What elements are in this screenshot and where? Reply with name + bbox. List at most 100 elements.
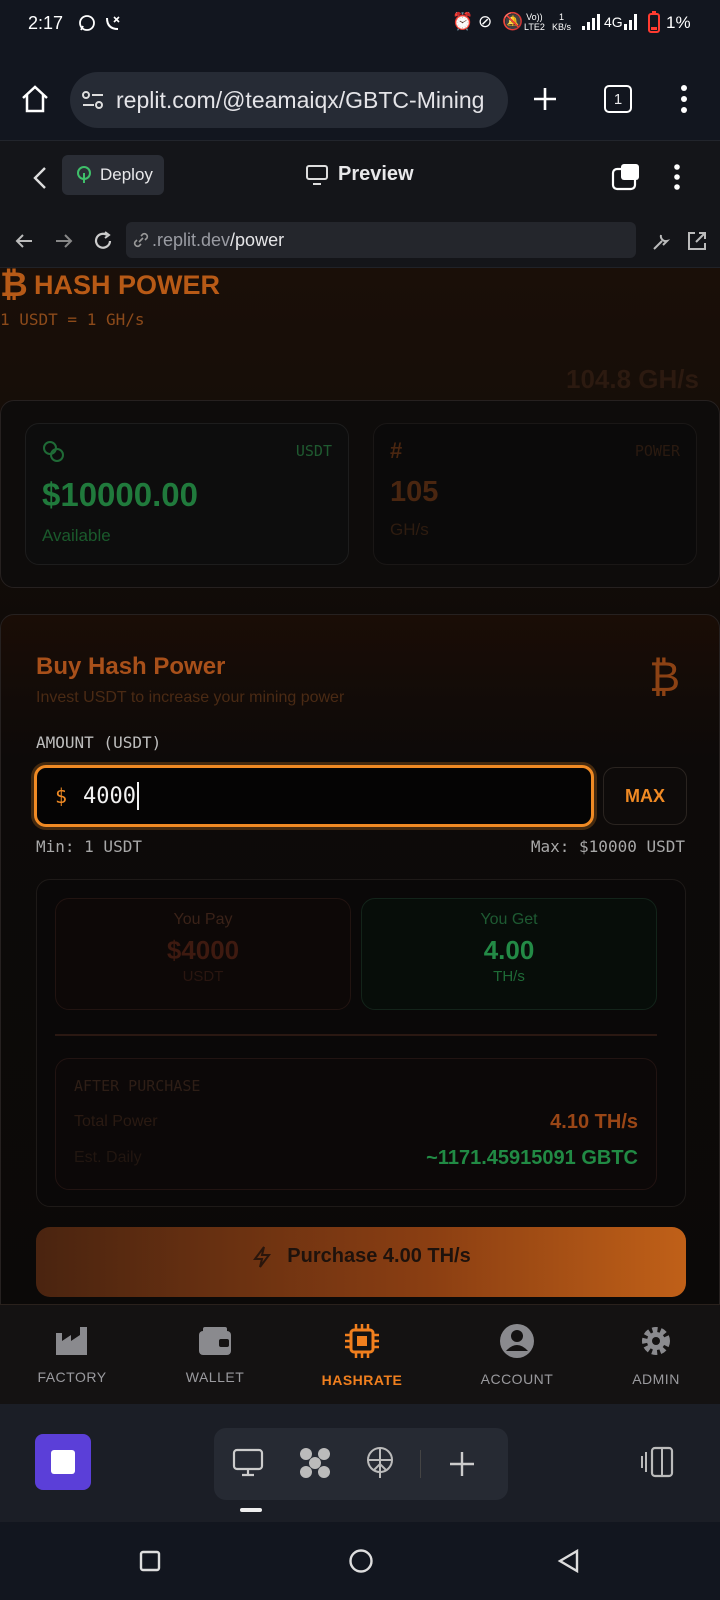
max-hint: Max: $10000 USDT — [530, 837, 685, 856]
whatsapp-icon — [79, 15, 95, 31]
battery-level: 1% — [666, 13, 691, 32]
power-unit: GH/s — [390, 520, 429, 539]
back-triangle-icon[interactable] — [557, 1549, 581, 1573]
bottom-navigation: FACTORY WALLET HASHRATE ACCOUNT ADMIN — [0, 1304, 720, 1404]
you-get-unit: TH/s — [493, 968, 525, 985]
you-get-value: 4.00 — [483, 935, 535, 965]
bitcoin-icon: ₿ — [649, 653, 681, 700]
address-text[interactable]: replit.com/@teamaiqx/GBTC-Mining — [116, 87, 484, 114]
power-tag: POWER — [634, 442, 680, 460]
overflow-menu-icon[interactable] — [680, 84, 688, 114]
currency-symbol: $ — [55, 784, 68, 808]
factory-icon — [56, 1327, 87, 1355]
open-external-icon[interactable] — [686, 230, 708, 252]
est-daily-value: ~1171.45915091 GBTC — [426, 1147, 638, 1169]
reload-icon[interactable] — [92, 230, 114, 252]
est-daily-label: Est. Daily — [74, 1149, 142, 1166]
nav-account[interactable]: ACCOUNT — [452, 1305, 582, 1405]
deploy-button[interactable]: Deploy — [62, 155, 164, 195]
recents-icon[interactable] — [139, 1550, 161, 1572]
tool-switcher — [214, 1428, 508, 1512]
stop-button[interactable] — [35, 1434, 91, 1490]
add-tool-icon[interactable] — [448, 1450, 476, 1478]
monitor-icon — [306, 164, 328, 185]
nav-back-icon[interactable] — [14, 231, 34, 251]
nav-forward-icon[interactable] — [54, 231, 74, 251]
total-power-label: Total Power — [74, 1113, 158, 1130]
stop-icon — [51, 1450, 75, 1474]
layout-toggle-icon[interactable] — [640, 1446, 676, 1478]
deploy-tool-icon[interactable] — [364, 1446, 396, 1480]
tab-switcher-button[interactable]: 1 — [604, 85, 632, 113]
browser-toolbar: replit.com/@teamaiqx/GBTC-Mining 1 — [0, 48, 720, 140]
you-get-box: You Get 4.00 TH/s — [361, 898, 657, 1010]
text-cursor — [137, 782, 140, 810]
url-path: /power — [230, 229, 285, 250]
site-settings-icon[interactable] — [82, 90, 104, 110]
pane-toggle-icon[interactable] — [611, 163, 641, 191]
volte-indicator: Vo)) LTE2 — [524, 12, 545, 32]
kbs-unit: KB/s — [552, 22, 572, 32]
usdt-tag: USDT — [295, 442, 332, 460]
sync-icon: ⊘ — [478, 12, 493, 31]
preview-tab[interactable]: Preview — [306, 163, 414, 186]
you-pay-label: You Pay — [173, 911, 233, 928]
total-power-value: 4.10 TH/s — [550, 1111, 638, 1133]
you-pay-box: You Pay $4000 USDT — [55, 898, 351, 1010]
nav-wallet[interactable]: WALLET — [150, 1305, 280, 1405]
usdt-balance: $10000.00 — [42, 476, 198, 513]
nav-hashrate-label: HASHRATE — [321, 1372, 403, 1388]
preview-tool-icon[interactable] — [232, 1448, 264, 1478]
agent-tool-icon[interactable] — [298, 1446, 332, 1480]
brand-title: HASH POWER — [34, 270, 221, 300]
back-chevron-icon[interactable] — [32, 165, 48, 191]
purchase-summary: You Pay $4000 USDT You Get 4.00 TH/s AFT… — [36, 879, 686, 1207]
conversion-rate: 1 USDT = 1 GH/s — [0, 310, 145, 329]
deploy-icon — [77, 166, 91, 183]
devtools-wrench-icon[interactable] — [650, 230, 672, 252]
kbs-value: 1 — [559, 12, 565, 22]
cpu-icon — [345, 1324, 379, 1358]
new-tab-icon[interactable] — [532, 86, 558, 112]
link-icon — [133, 232, 149, 248]
tools-divider — [420, 1450, 421, 1478]
power-card: # POWER 105 GH/s — [373, 423, 697, 565]
status-bar: 2:17 ⏰ ⊘ 🔕 Vo)) LTE2 1 KB/s 4G 1% — [0, 0, 720, 48]
buy-subtitle: Invest USDT to increase your mining powe… — [36, 689, 345, 706]
power-value: 105 — [390, 476, 439, 508]
you-pay-unit: USDT — [182, 968, 224, 985]
nav-hashrate[interactable]: HASHRATE — [297, 1305, 427, 1405]
home-icon[interactable] — [20, 84, 50, 114]
after-purchase-label: AFTER PURCHASE — [74, 1077, 201, 1095]
amount-input[interactable]: $ 4000 — [34, 765, 594, 827]
url-domain: .replit.dev — [152, 229, 231, 250]
address-bar[interactable]: replit.com/@teamaiqx/GBTC-Mining — [70, 72, 508, 128]
mute-icon: 🔕 — [502, 12, 524, 31]
tab-count: 1 — [613, 90, 623, 108]
usdt-card: USDT $10000.00 Available — [25, 423, 349, 565]
deploy-label: Deploy — [100, 165, 153, 184]
replit-header: Deploy Preview — [0, 140, 720, 216]
purchase-label: Purchase 4.00 TH/s — [287, 1245, 471, 1267]
system-navigation-bar — [0, 1522, 720, 1600]
replit-menu-icon[interactable] — [673, 163, 681, 191]
purchase-button[interactable]: Purchase 4.00 TH/s — [36, 1227, 686, 1297]
balance-panel: USDT $10000.00 Available # POWER 105 GH/… — [0, 400, 720, 588]
buy-title: Buy Hash Power — [36, 653, 226, 680]
nav-admin[interactable]: ADMIN — [591, 1305, 720, 1405]
lte-label: LTE2 — [524, 22, 545, 32]
amount-value[interactable]: 4000 — [83, 784, 136, 809]
wallet-icon — [199, 1327, 231, 1355]
home-circle-icon[interactable] — [348, 1548, 374, 1574]
nav-factory[interactable]: FACTORY — [7, 1305, 137, 1405]
preview-label: Preview — [338, 163, 414, 185]
alarm-icon: ⏰ — [452, 12, 474, 31]
nav-admin-label: ADMIN — [632, 1371, 680, 1387]
nav-wallet-label: WALLET — [185, 1369, 245, 1385]
max-button[interactable]: MAX — [603, 767, 687, 825]
preview-url-field[interactable]: .replit.dev/power — [126, 222, 636, 258]
network-speed: 1 KB/s — [552, 12, 571, 32]
app-page: ₿ HASH POWER 1 USDT = 1 GH/s 104.8 GH/s … — [0, 268, 720, 1304]
battery-icon — [648, 11, 660, 33]
active-tool-indicator — [240, 1508, 262, 1512]
